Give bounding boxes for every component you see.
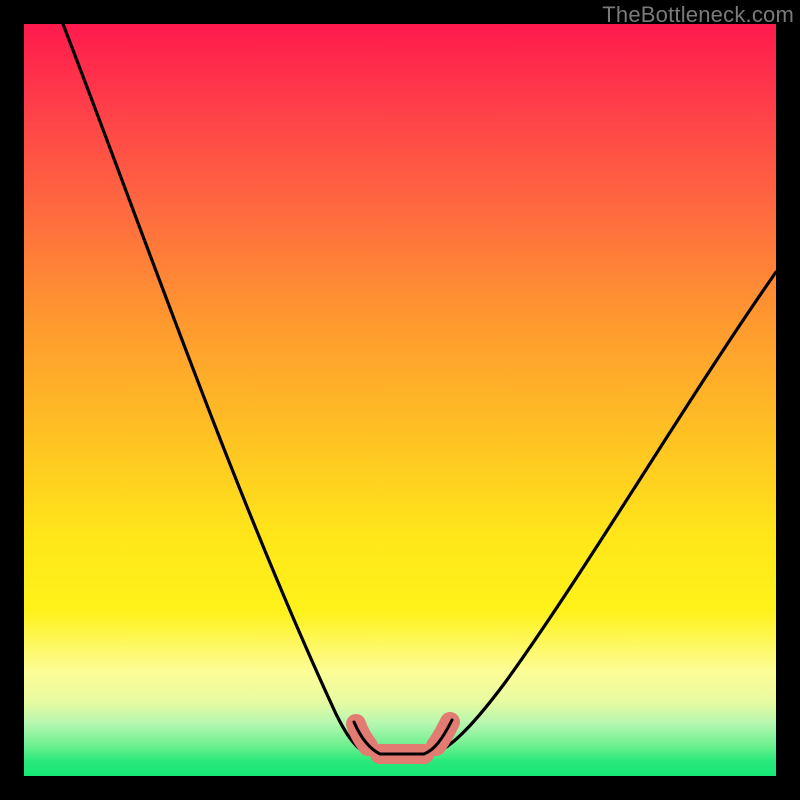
bottleneck-curve-right: [438, 272, 776, 752]
plot-area: [24, 24, 776, 776]
watermark-text: TheBottleneck.com: [602, 2, 794, 28]
chart-svg-layer: [24, 24, 776, 776]
optimal-range-marker: [356, 722, 450, 754]
bottleneck-curve-left: [63, 24, 364, 752]
chart-frame: TheBottleneck.com: [0, 0, 800, 800]
